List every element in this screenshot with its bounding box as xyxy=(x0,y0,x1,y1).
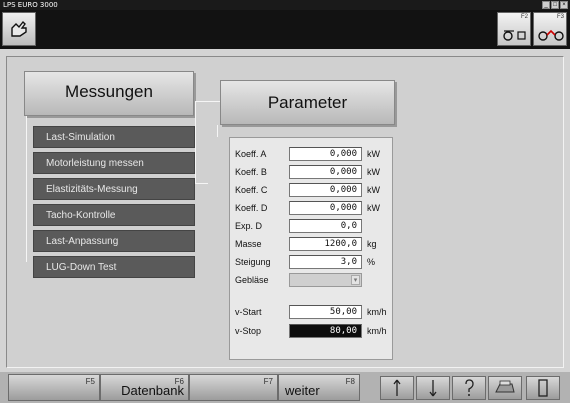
param-input-exp-d[interactable]: 0,0 xyxy=(289,219,362,233)
arrow-down-button[interactable] xyxy=(416,376,450,400)
param-label: Koeff. C xyxy=(235,185,268,195)
param-input-koeff-b[interactable]: 0,000 xyxy=(289,165,362,179)
f5-button[interactable]: F5 xyxy=(8,374,100,401)
maximize-button[interactable]: □ xyxy=(551,1,559,9)
top-toolbar: F2 F3 xyxy=(0,10,570,49)
param-unit: % xyxy=(367,257,376,267)
window-controls: _ □ × xyxy=(542,1,568,9)
f8-key-label: F8 xyxy=(345,377,355,386)
minimize-button[interactable]: _ xyxy=(542,1,550,9)
f5-key-label: F5 xyxy=(85,377,95,386)
param-input-v-start[interactable]: 50,00 xyxy=(289,305,362,319)
geblaese-dropdown[interactable]: ▾ xyxy=(289,273,362,287)
menu-item-elastizitaet[interactable]: Elastizitäts-Messung xyxy=(33,178,195,200)
param-unit: kg xyxy=(367,239,377,249)
param-label: Exp. D xyxy=(235,221,263,231)
connector-line xyxy=(207,101,221,103)
datenbank-label: Datenbank xyxy=(121,383,184,398)
arrow-up-button[interactable] xyxy=(380,376,414,400)
param-label: Masse xyxy=(235,239,262,249)
close-button[interactable]: × xyxy=(560,1,568,9)
main-panel: Messungen Last-Simulation Motorleistung … xyxy=(6,56,564,368)
f3-button[interactable]: F3 xyxy=(533,12,567,46)
f7-button[interactable]: F7 xyxy=(189,374,278,401)
menu-item-motorleistung[interactable]: Motorleistung messen xyxy=(33,152,195,174)
param-label: Steigung xyxy=(235,257,271,267)
param-unit: km/h xyxy=(367,307,387,317)
motorcycle-icon xyxy=(538,29,564,41)
hand-icon xyxy=(11,20,27,37)
param-input-koeff-d[interactable]: 0,000 xyxy=(289,201,362,215)
menu-item-last-anpassung[interactable]: Last-Anpassung xyxy=(33,230,195,252)
param-label: Koeff. D xyxy=(235,203,268,213)
weiter-button[interactable]: F8 weiter xyxy=(278,374,360,401)
printer-icon xyxy=(495,380,515,393)
exit-door-icon xyxy=(538,379,548,397)
dyno-roller-icon xyxy=(503,30,526,41)
menu-item-last-simulation[interactable]: Last-Simulation xyxy=(33,126,195,148)
parameter-panel: Koeff. A 0,000 kW Koeff. B 0,000 kW Koef… xyxy=(229,137,393,360)
param-label: Koeff. B xyxy=(235,167,267,177)
help-button[interactable] xyxy=(452,376,486,400)
f7-key-label: F7 xyxy=(263,377,273,386)
param-input-koeff-c[interactable]: 0,000 xyxy=(289,183,362,197)
exit-button[interactable] xyxy=(526,376,560,400)
hand-button[interactable] xyxy=(2,12,36,46)
printer-button[interactable] xyxy=(488,376,522,400)
connector-line xyxy=(217,125,219,137)
arrow-up-icon xyxy=(393,379,401,396)
param-input-koeff-a[interactable]: 0,000 xyxy=(289,147,362,161)
f2-button[interactable]: F2 xyxy=(497,12,531,46)
f3-key-label: F3 xyxy=(556,14,564,20)
param-unit: kW xyxy=(367,203,380,213)
parameter-header: Parameter xyxy=(220,80,395,125)
window-title: LPS EURO 3000 xyxy=(3,1,58,9)
menu-item-lug-down[interactable]: LUG-Down Test xyxy=(33,256,195,278)
connector-line xyxy=(195,101,208,184)
f2-key-label: F2 xyxy=(520,14,528,20)
param-label: Gebläse xyxy=(235,275,269,285)
param-unit: kW xyxy=(367,167,380,177)
measurement-menu: Last-Simulation Motorleistung messen Ela… xyxy=(33,126,195,282)
arrow-down-icon xyxy=(429,380,437,397)
param-unit: kW xyxy=(367,185,380,195)
param-label: Koeff. A xyxy=(235,149,267,159)
param-label: v-Start xyxy=(235,307,262,317)
param-input-steigung[interactable]: 3,0 xyxy=(289,255,362,269)
function-key-bar: F5 F6 Datenbank F7 F8 weiter xyxy=(0,372,570,403)
param-input-masse[interactable]: 1200,0 xyxy=(289,237,362,251)
param-input-v-stop[interactable]: 80,00 xyxy=(289,324,362,338)
title-bar: LPS EURO 3000 _ □ × xyxy=(0,0,570,10)
messungen-header: Messungen xyxy=(24,71,194,116)
chevron-down-icon[interactable]: ▾ xyxy=(351,275,360,285)
param-unit: kW xyxy=(367,149,380,159)
param-label: v-Stop xyxy=(235,326,262,336)
help-icon xyxy=(465,379,474,396)
connector-line xyxy=(195,183,208,185)
param-unit: km/h xyxy=(367,326,387,336)
datenbank-button[interactable]: F6 Datenbank xyxy=(100,374,189,401)
weiter-label: weiter xyxy=(285,383,320,398)
menu-item-tacho-kontrolle[interactable]: Tacho-Kontrolle xyxy=(33,204,195,226)
